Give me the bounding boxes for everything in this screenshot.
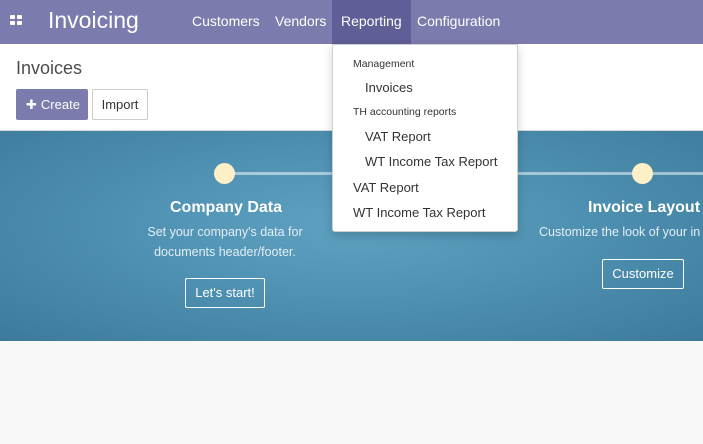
step-connector-line <box>510 172 703 175</box>
menu-item-vat-report[interactable]: VAT Report <box>353 180 419 195</box>
step-dot-invoice-layout <box>632 163 653 184</box>
menu-item-wt-income-tax-report[interactable]: WT Income Tax Report <box>353 205 485 220</box>
step-desc-company-data: Set your company's data for documents he… <box>147 225 303 259</box>
plus-icon: ✚ <box>26 97 37 112</box>
nav-menu-configuration[interactable]: Configuration <box>408 0 509 44</box>
app-title: Invoicing <box>48 7 139 33</box>
lets-start-button[interactable]: Let's start! <box>185 278 265 308</box>
nav-menu-reporting[interactable]: Reporting <box>332 0 411 44</box>
nav-menu-customers[interactable]: Customers <box>183 0 269 44</box>
menu-header-management: Management <box>353 58 415 70</box>
step-title-invoice-layout: Invoice Layout <box>588 199 701 216</box>
step-connector-line <box>225 172 345 175</box>
reporting-dropdown-menu: Management Invoices TH accounting report… <box>332 44 518 232</box>
step-desc-invoice-layout: Customize the look of your in <box>539 225 701 239</box>
customize-button[interactable]: Customize <box>602 259 684 289</box>
step-title-company-data: Company Data <box>170 199 283 216</box>
create-button[interactable]: ✚ Create <box>16 89 88 120</box>
step-dot-company-data <box>214 163 235 184</box>
apps-grid-icon[interactable] <box>10 15 23 26</box>
menu-item-th-wt-income-tax-report[interactable]: WT Income Tax Report <box>365 154 497 169</box>
menu-item-invoices[interactable]: Invoices <box>365 80 413 95</box>
menu-item-th-vat-report[interactable]: VAT Report <box>365 129 431 144</box>
import-button[interactable]: Import <box>92 89 148 120</box>
breadcrumb: Invoices <box>16 58 83 78</box>
menu-header-th-accounting-reports: TH accounting reports <box>353 106 457 118</box>
top-navbar: Invoicing Customers Vendors Reporting Co… <box>0 0 703 44</box>
nav-menu-vendors[interactable]: Vendors <box>266 0 335 44</box>
create-button-label: Create <box>40 97 80 112</box>
